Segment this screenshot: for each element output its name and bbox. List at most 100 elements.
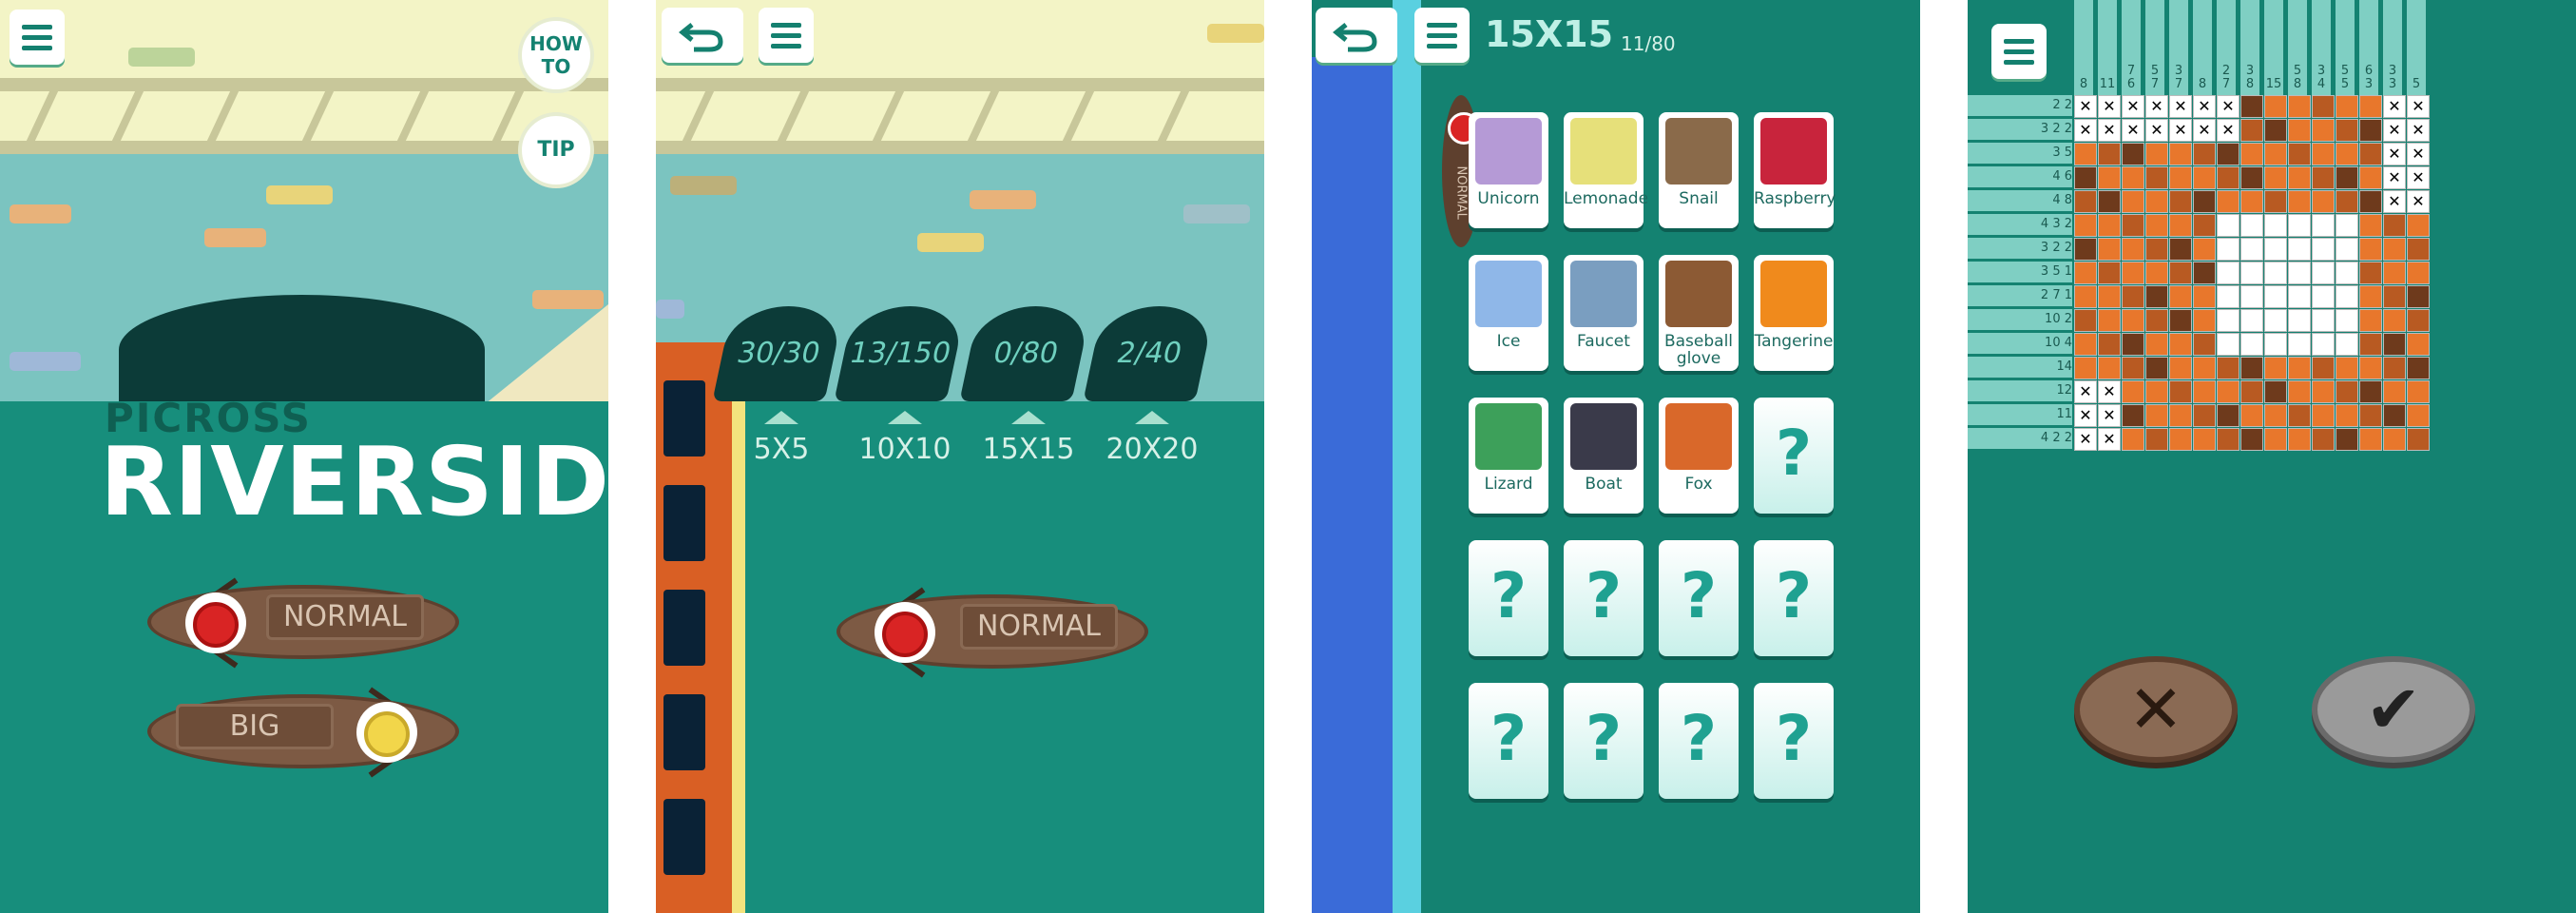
grid-cell[interactable]: ✕ (2193, 119, 2216, 142)
grid-cell[interactable] (2240, 404, 2263, 427)
menu-button[interactable] (1991, 24, 2047, 79)
grid-cell[interactable] (2193, 309, 2216, 332)
grid-cell[interactable] (2074, 143, 2097, 165)
grid-cell[interactable] (2264, 262, 2287, 284)
grid-cell[interactable] (2169, 404, 2192, 427)
grid-cell[interactable]: ✕ (2383, 119, 2406, 142)
grid-cell[interactable] (2169, 428, 2192, 451)
grid-cell[interactable] (2359, 119, 2382, 142)
back-button[interactable] (1316, 8, 1397, 63)
grid-cell[interactable] (2169, 309, 2192, 332)
locked-puzzle-card[interactable]: ? (1754, 683, 1834, 799)
grid-cell[interactable] (2359, 238, 2382, 261)
puzzle-card[interactable]: Fox (1659, 398, 1739, 514)
grid-cell[interactable] (2336, 404, 2358, 427)
grid-cell[interactable] (2122, 285, 2144, 308)
grid-cell[interactable] (2217, 262, 2240, 284)
grid-cell[interactable] (2193, 166, 2216, 189)
grid-cell[interactable]: ✕ (2383, 143, 2406, 165)
grid-cell[interactable] (2145, 428, 2168, 451)
grid-cell[interactable] (2288, 309, 2311, 332)
grid-cell[interactable] (2240, 428, 2263, 451)
puzzle-card[interactable]: Faucet (1564, 255, 1644, 371)
puzzle-card[interactable]: Unicorn (1469, 112, 1548, 228)
grid-cell[interactable] (2407, 262, 2430, 284)
grid-cell[interactable]: ✕ (2098, 119, 2121, 142)
locked-puzzle-card[interactable]: ? (1469, 540, 1548, 656)
grid-cell[interactable] (2336, 190, 2358, 213)
grid-cell[interactable]: ✕ (2407, 166, 2430, 189)
grid-cell[interactable] (2145, 190, 2168, 213)
grid-cell[interactable] (2264, 119, 2287, 142)
back-button[interactable] (662, 8, 743, 63)
grid-cell[interactable] (2264, 214, 2287, 237)
grid-cell[interactable] (2074, 333, 2097, 356)
grid-cell[interactable] (2145, 143, 2168, 165)
puzzle-card[interactable]: Tangerine (1754, 255, 1834, 371)
grid-cell[interactable] (2264, 285, 2287, 308)
grid-cell[interactable] (2217, 190, 2240, 213)
grid-cell[interactable]: ✕ (2074, 380, 2097, 403)
grid-cell[interactable]: ✕ (2407, 190, 2430, 213)
grid-cell[interactable] (2264, 428, 2287, 451)
grid-cell[interactable]: ✕ (2074, 95, 2097, 118)
grid-cell[interactable]: ✕ (2193, 95, 2216, 118)
grid-cell[interactable] (2193, 357, 2216, 379)
grid-cell[interactable] (2145, 214, 2168, 237)
grid-cell[interactable] (2169, 238, 2192, 261)
grid-cell[interactable] (2145, 333, 2168, 356)
grid-cell[interactable] (2122, 309, 2144, 332)
grid-cell[interactable] (2145, 262, 2168, 284)
grid-cell[interactable] (2169, 143, 2192, 165)
grid-cell[interactable] (2217, 285, 2240, 308)
grid-cell[interactable] (2074, 262, 2097, 284)
grid-cell[interactable] (2240, 190, 2263, 213)
grid-cell[interactable] (2264, 404, 2287, 427)
grid-cell[interactable] (2383, 309, 2406, 332)
grid-cell[interactable] (2336, 357, 2358, 379)
mode-boat[interactable]: NORMAL (836, 587, 1150, 678)
locked-puzzle-card[interactable]: ? (1564, 540, 1644, 656)
grid-cell[interactable] (2312, 309, 2335, 332)
grid-cell[interactable] (2098, 143, 2121, 165)
grid-cell[interactable]: ✕ (2407, 119, 2430, 142)
grid-cell[interactable] (2288, 262, 2311, 284)
grid-cell[interactable] (2217, 238, 2240, 261)
grid-cell[interactable] (2264, 357, 2287, 379)
grid-cell[interactable] (2098, 309, 2121, 332)
grid-cell[interactable] (2383, 357, 2406, 379)
grid-cell[interactable]: ✕ (2122, 119, 2144, 142)
grid-cell[interactable] (2193, 404, 2216, 427)
grid-cell[interactable] (2336, 119, 2358, 142)
grid-cell[interactable] (2145, 380, 2168, 403)
grid-cell[interactable] (2193, 214, 2216, 237)
grid-cell[interactable] (2288, 214, 2311, 237)
grid-cell[interactable] (2407, 285, 2430, 308)
puzzle-card[interactable]: Ice (1469, 255, 1548, 371)
menu-button[interactable] (10, 10, 65, 65)
puzzle-card[interactable]: Raspberry (1754, 112, 1836, 228)
puzzle-grid[interactable]: ✕ ✕ ✕ ✕ ✕ ✕ ✕ ✕ ✕ ✕ ✕ ✕ ✕ ✕ ✕ ✕ ✕ ✕ ✕ ✕ ✕ ✕ ✕ ✕ ✕ ✕ ✕ ✕ ✕ ✕ (2074, 95, 2549, 571)
grid-cell[interactable] (2312, 119, 2335, 142)
grid-cell[interactable] (2359, 190, 2382, 213)
grid-cell[interactable] (2145, 357, 2168, 379)
grid-cell[interactable] (2383, 238, 2406, 261)
grid-cell[interactable] (2312, 166, 2335, 189)
grid-cell[interactable] (2193, 262, 2216, 284)
grid-cell[interactable] (2217, 333, 2240, 356)
grid-cell[interactable]: ✕ (2074, 428, 2097, 451)
grid-cell[interactable] (2359, 143, 2382, 165)
puzzle-card[interactable]: Snail (1659, 112, 1739, 228)
grid-cell[interactable] (2098, 333, 2121, 356)
grid-cell[interactable] (2359, 166, 2382, 189)
grid-cell[interactable]: ✕ (2145, 119, 2168, 142)
grid-cell[interactable] (2336, 143, 2358, 165)
grid-cell[interactable] (2383, 333, 2406, 356)
grid-cell[interactable] (2169, 380, 2192, 403)
grid-cell[interactable] (2288, 333, 2311, 356)
grid-cell[interactable] (2217, 380, 2240, 403)
grid-cell[interactable] (2383, 262, 2406, 284)
grid-cell[interactable] (2122, 190, 2144, 213)
grid-cell[interactable] (2240, 166, 2263, 189)
grid-cell[interactable] (2359, 428, 2382, 451)
